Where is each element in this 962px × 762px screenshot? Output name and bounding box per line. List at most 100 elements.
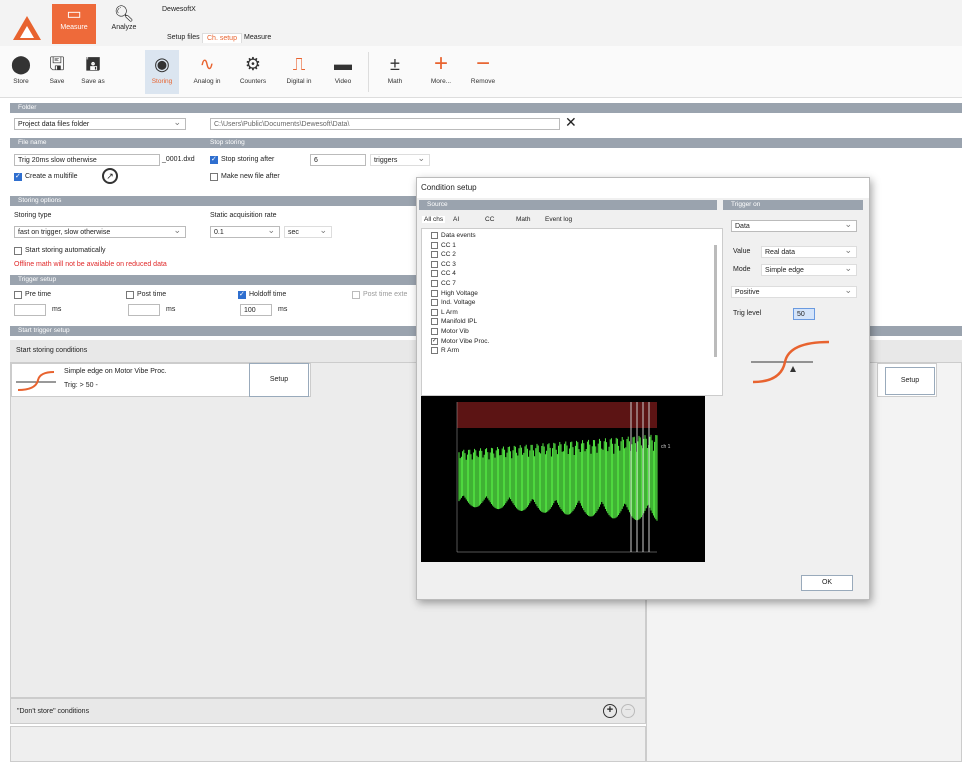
mode-select[interactable]: Simple edge [761, 264, 857, 276]
channel-list-scrollbar[interactable] [714, 245, 717, 357]
channel-checkbox[interactable] [431, 299, 438, 307]
tools-icon[interactable]: ✕ [565, 114, 577, 131]
channel-list-item[interactable]: CC 2 [431, 251, 456, 259]
slope-select[interactable]: Positive [731, 286, 857, 298]
channel-checkbox[interactable] [431, 289, 438, 297]
add-condition-icon[interactable]: + [603, 704, 617, 718]
digital-in-button[interactable]: ⎍ Digital in [282, 50, 316, 94]
value-select[interactable]: Real data [761, 246, 857, 258]
new-file-after-checkbox[interactable] [210, 173, 218, 181]
channel-list-item[interactable]: Data events [431, 232, 476, 240]
channel-checkbox[interactable] [431, 241, 438, 249]
channel-checkbox[interactable] [431, 232, 438, 239]
analog-wave-icon: ∿ [199, 54, 215, 74]
channel-checkbox[interactable] [431, 337, 438, 345]
channel-name: High Voltage [441, 289, 478, 297]
offline-math-warning: Offline math will not be available on re… [14, 261, 167, 268]
channel-name: Ind. Voltage [441, 299, 476, 307]
channel-list-item[interactable]: R Arm [431, 347, 459, 355]
channel-checkbox[interactable] [431, 308, 438, 316]
create-multifile-checkbox[interactable] [14, 172, 22, 181]
counters-button[interactable]: ⚙ Counters [236, 50, 270, 94]
tab-measure-sub[interactable]: Measure [240, 33, 275, 42]
channel-checkbox[interactable] [431, 347, 438, 355]
pre-time-input[interactable] [14, 304, 46, 316]
tab-cc[interactable]: CC [485, 216, 494, 223]
stop-unit-select[interactable]: triggers [370, 154, 430, 166]
channel-checkbox[interactable] [431, 328, 438, 335]
pre-time-checkbox[interactable] [14, 291, 22, 299]
holdoff-time-input[interactable]: 100 [240, 304, 272, 316]
more-button[interactable]: + More... [424, 50, 458, 94]
top-menu-bar: ▭ Measure 🔍︎ Analyze DewesoftX Setup fil… [0, 0, 962, 46]
tab-analyze[interactable]: 🔍︎ Analyze [102, 4, 146, 44]
storing-type-select[interactable]: fast on trigger, slow otherwise [14, 226, 186, 238]
channel-checkbox[interactable] [431, 280, 438, 287]
ok-button[interactable]: OK [801, 575, 853, 591]
stop-count-input[interactable]: 6 [310, 154, 366, 166]
condition-setup-button[interactable]: Setup [249, 363, 309, 397]
digital-icon: ⎍ [292, 54, 306, 74]
channel-checkbox[interactable] [431, 318, 438, 326]
compass-icon[interactable]: ↗ [102, 168, 118, 184]
post-time-extend-checkbox[interactable] [352, 291, 360, 299]
dialog-title: Condition setup [417, 178, 869, 198]
static-rate-select[interactable]: 0.1 [210, 226, 280, 238]
store-button[interactable]: ⬤ Store [4, 50, 38, 94]
channel-name: CC 2 [441, 251, 456, 259]
holdoff-time-checkbox[interactable] [238, 290, 246, 299]
remove-condition-icon[interactable]: − [621, 704, 635, 718]
tab-measure[interactable]: ▭ Measure [52, 4, 96, 44]
channel-list-item[interactable]: Motor Vib [431, 328, 469, 336]
pre-time-unit: ms [52, 306, 62, 313]
remove-button[interactable]: − Remove [466, 50, 500, 94]
channel-list-item[interactable]: High Voltage [431, 289, 478, 298]
save-as-button[interactable]: 🖪 Save as [76, 50, 110, 94]
folder-path-input[interactable]: C:\Users\Public\Documents\Dewesoft\Data\ [210, 118, 560, 130]
channel-checkbox[interactable] [431, 260, 438, 268]
video-button[interactable]: ▬ Video [326, 50, 360, 94]
channel-list-item[interactable]: L Arm [431, 308, 458, 317]
channel-list-item[interactable]: CC 4 [431, 270, 456, 278]
channel-name: Manifold IPL [441, 318, 478, 326]
channel-checkbox[interactable] [431, 270, 438, 278]
right-setup-button[interactable]: Setup [885, 367, 935, 395]
math-icon: ± [390, 54, 400, 74]
storing-options-section-header: Storing options [10, 196, 418, 206]
trigger-on-select[interactable]: Data [731, 220, 857, 232]
tab-ai[interactable]: AI [453, 216, 459, 223]
channel-list-item[interactable]: Ind. Voltage [431, 299, 475, 307]
trigger-preview-chart: ch 1 [421, 396, 705, 562]
channel-checkbox[interactable] [431, 251, 438, 259]
file-name-input[interactable]: Trig 20ms slow otherwise [14, 154, 160, 166]
save-button[interactable]: 🖫 Save [40, 50, 74, 94]
tab-setup-files[interactable]: Setup files [163, 33, 204, 42]
file-name-section-header: File name [10, 138, 962, 148]
channel-list-item[interactable]: CC 1 [431, 241, 456, 250]
tab-ch-setup[interactable]: Ch. setup [202, 33, 242, 43]
magnifier-icon: 🔍︎ [113, 6, 135, 23]
channel-list-item[interactable]: Manifold IPL [431, 318, 477, 326]
math-button[interactable]: ± Math [378, 50, 412, 94]
analog-in-button[interactable]: ∿ Analog in [190, 50, 224, 94]
new-file-after-label: Make new file after [221, 173, 280, 180]
static-unit-select[interactable]: sec [284, 226, 332, 238]
trig-level-input[interactable]: 50 [793, 308, 815, 320]
storing-button[interactable]: ◉ Storing [145, 50, 179, 94]
folder-type-select[interactable]: Project data files folder [14, 118, 186, 130]
holdoff-time-label: Holdoff time [249, 291, 287, 298]
stop-storing-checkbox[interactable] [210, 155, 218, 164]
toolbar-separator [368, 52, 369, 92]
tab-all-channels[interactable]: All chs [422, 216, 446, 223]
auto-start-checkbox[interactable] [14, 247, 22, 255]
post-time-input[interactable] [128, 304, 160, 316]
tab-event-log[interactable]: Event log [545, 216, 572, 223]
auto-start-label: Start storing automatically [25, 247, 106, 254]
channel-list-item[interactable]: CC 7 [431, 280, 456, 288]
post-time-checkbox[interactable] [126, 291, 134, 299]
tab-math[interactable]: Math [516, 216, 530, 223]
channel-list-item[interactable]: Motor Vibe Proc. [431, 337, 489, 346]
start-conditions-label: Start storing conditions [16, 347, 88, 354]
channel-list-item[interactable]: CC 3 [431, 260, 456, 269]
dont-store-list [10, 726, 646, 762]
